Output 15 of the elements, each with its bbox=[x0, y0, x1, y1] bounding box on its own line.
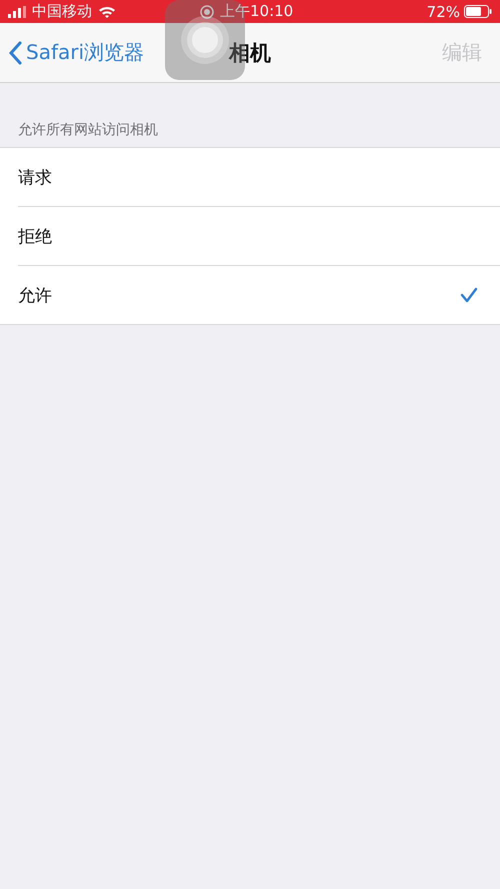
battery-percent: 72% bbox=[426, 2, 460, 20]
option-row[interactable]: 请求 bbox=[0, 148, 500, 206]
page-title: 相机 bbox=[229, 40, 271, 66]
signal-icon bbox=[8, 6, 26, 18]
option-row[interactable]: 拒绝 bbox=[18, 206, 500, 265]
chevron-left-icon bbox=[8, 40, 22, 64]
option-row[interactable]: 允许 bbox=[18, 265, 500, 324]
time: 上午10:10 bbox=[220, 2, 294, 21]
circle-icon bbox=[180, 15, 230, 65]
section-header: 允许所有网站访问相机 bbox=[17, 121, 159, 140]
battery-icon bbox=[464, 5, 492, 18]
back-button[interactable]: Safari浏览器 bbox=[8, 39, 144, 66]
recording-icon bbox=[200, 4, 214, 18]
carrier: 中国移动 bbox=[32, 2, 92, 21]
wifi-icon bbox=[98, 5, 116, 18]
